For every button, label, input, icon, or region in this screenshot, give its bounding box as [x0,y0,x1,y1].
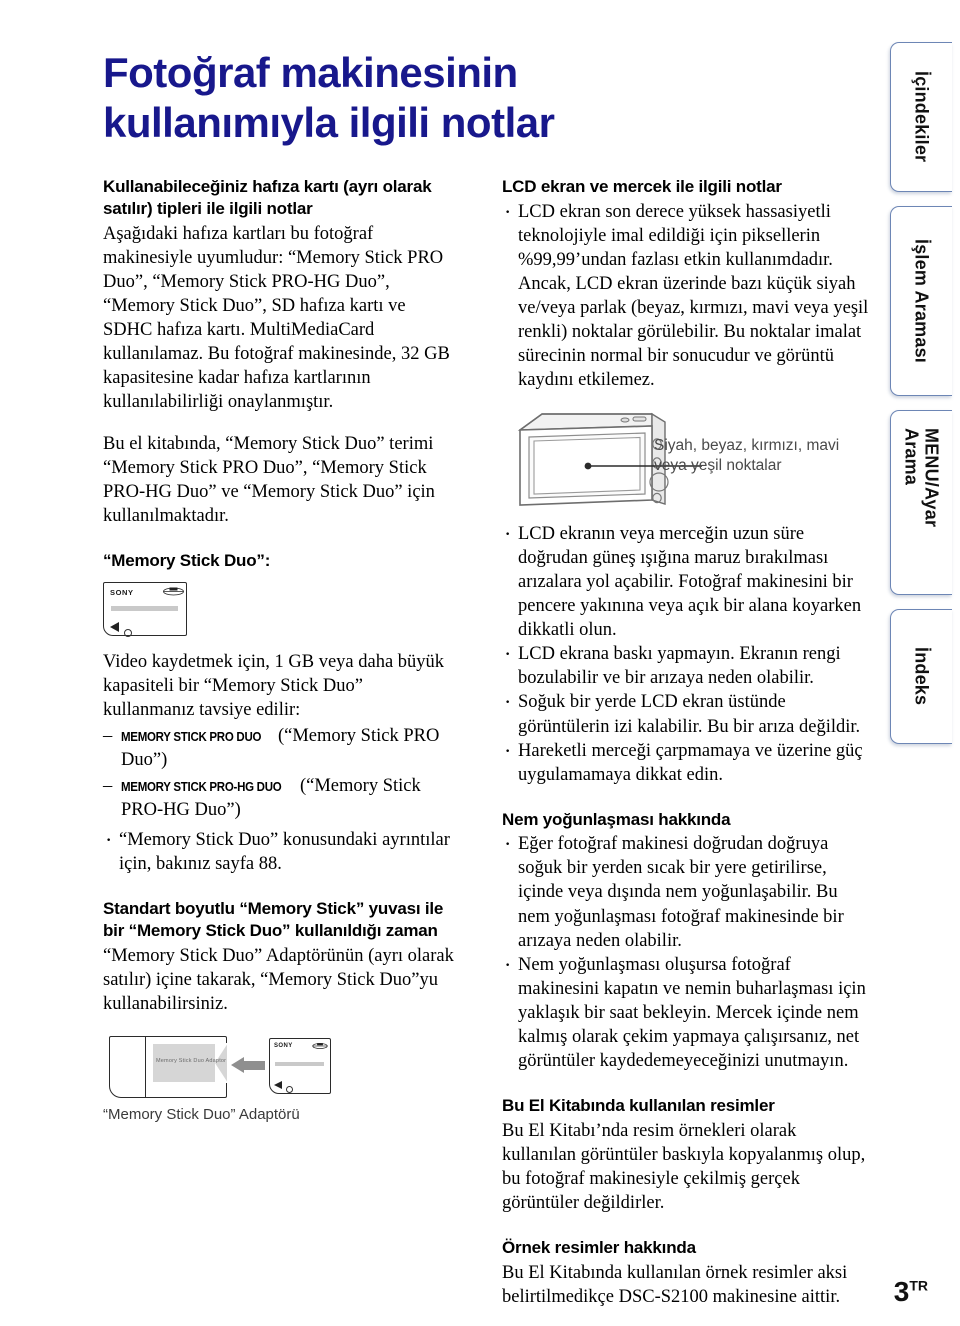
heading-lcd-lens-notes: LCD ekran ve mercek ile ilgili notlar [502,177,782,196]
para-terminology: Bu el kitabında, “Memory Stick Duo” teri… [103,433,435,527]
list-item: Memory Stick PRO Duo (“Memory Stick PRO … [103,724,455,772]
sony-brand-label: SONY [274,1042,293,1049]
tab-label: İçindekiler [911,71,932,163]
page-title: Fotoğraf makinesinin kullanımıyla ilgili… [103,49,555,146]
list-item: “Memory Stick Duo” konusundaki ayrıntıla… [103,826,455,876]
card-contact-stripe [275,1061,324,1066]
arrow-shaft [243,1060,265,1070]
heading-condensation: Nem yoğunlaşması hakkında [502,809,731,829]
left-column: Kullanabileceğiniz hafıza kartı (ayrı ol… [103,176,455,1125]
card-contact-stripe [111,605,178,611]
para-illustrations-used: Bu El Kitabı’nda resim örnekleri olarak … [502,1120,866,1213]
manual-page: Fotoğraf makinesinin kullanımıyla ilgili… [0,0,960,1326]
condensation-bullets: Eğer fotoğraf makinesi doğrudan doğruya … [502,830,872,1073]
card-direction-triangle-icon [110,621,119,632]
heading-illustrations-used: Bu El Kitabında kullanılan resimler [502,1095,775,1115]
memory-stick-logo-icon [163,587,184,596]
list-item: LCD ekrana baskı yapmayın. Ekranın rengi… [502,640,872,690]
para-video-recording-capacity: Video kaydetmek için, 1 GB veya daha büy… [103,651,445,720]
card-notch-hole [124,628,132,637]
sidebar-item-menu-ayar-arama[interactable]: MENU/Ayar Arama [890,410,952,595]
list-item: LCD ekranın veya merceğin uzun süre doğr… [502,520,872,642]
card-direction-triangle-icon [274,1080,282,1089]
list-item: Eğer fotoğraf makinesi doğrudan doğruya … [502,830,872,952]
memory-stick-duo-card-icon-small: SONY [269,1037,333,1096]
tab-label: MENU/Ayar Arama [901,427,942,527]
camera-callout-label: Siyah, beyaz, kırmızı, mavi veya yeşil n… [654,437,840,475]
heading-memory-stick-duo: “Memory Stick Duo”: [103,551,271,571]
logo-ms-pro-hg-duo: Memory Stick PRO-HG Duo [121,780,282,795]
lcd-care-bullets: LCD ekranın veya merceğin uzun süre doğr… [502,520,872,787]
camera-lcd-illustration: Siyah, beyaz, kırmızı, mavi veya yeşil n… [502,408,872,508]
memory-stick-logo-list: Memory Stick PRO Duo (“Memory Stick PRO … [103,724,455,822]
para-compatible-cards: Aşağıdaki hafıza kartları bu fotoğraf ma… [103,223,450,412]
list-item: Soğuk bir yerde LCD ekran üstünde görünt… [502,688,872,738]
page-locale-suffix: TR [909,1277,928,1294]
memory-stick-detail-bullets: “Memory Stick Duo” konusundaki ayrıntıla… [103,826,455,876]
right-column: LCD ekran ve mercek ile ilgili notlar LC… [502,176,872,1309]
heading-memory-card-types: Kullanabileceğiniz hafıza kartı (ayrı ol… [103,177,432,218]
lcd-pixel-bullets: LCD ekran son derece yüksek hassasiyetli… [502,198,872,392]
adapter-caption: “Memory Stick Duo” Adaptörü [103,1105,300,1123]
tab-label: İşlem Araması [911,238,932,363]
memory-stick-duo-adapter-illustration: Memory Stick Duo Adaptor SONY [103,1032,333,1102]
para-sample-images: Bu El Kitabında kullanılan örnek resimle… [502,1262,848,1307]
list-item: Nem yoğunlaşması oluşursa fotoğraf makin… [502,951,872,1073]
memory-stick-duo-card-icon: SONY [103,581,191,640]
memory-stick-logo-icon [312,1042,328,1049]
sidebar-item-islem-aramasi[interactable]: İşlem Araması [890,206,952,396]
list-item: Hareketli merceği çarpmamaya ve üzerine … [502,737,872,787]
sony-brand-label: SONY [110,587,134,597]
page-number: 3TR [894,1276,928,1308]
adapter-divider-line [145,1036,147,1097]
adapter-slot-label: Memory Stick Duo Adaptor [156,1057,227,1064]
side-navigation-tabs: İçindekiler İşlem Araması MENU/Ayar Aram… [890,42,960,758]
para-adapter-usage: “Memory Stick Duo” Adaptörünün (ayrı ola… [103,945,454,1014]
logo-ms-pro-duo: Memory Stick PRO Duo [121,729,262,744]
heading-sample-images: Örnek resimler hakkında [502,1237,696,1257]
list-item: Memory Stick PRO-HG Duo (“Memory Stick P… [103,774,455,822]
page-number-value: 3 [893,1276,910,1307]
sidebar-item-indeks[interactable]: İndeks [890,609,952,744]
arrow-head [231,1056,244,1073]
card-notch-hole [286,1085,293,1093]
sidebar-item-icindekiler[interactable]: İçindekiler [890,42,952,192]
insertion-arrow-icon [231,1056,265,1073]
list-item: LCD ekran son derece yüksek hassasiyetli… [502,198,872,392]
heading-standard-slot-usage: Standart boyutlu “Memory Stick” yuvası i… [103,899,444,940]
tab-label: İndeks [911,647,932,706]
